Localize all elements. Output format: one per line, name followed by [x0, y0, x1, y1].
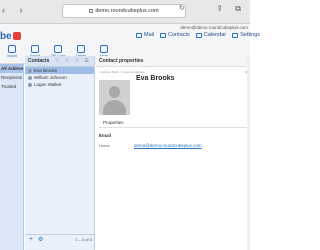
- nav-calendar[interactable]: Calendar: [195, 32, 227, 38]
- person-icon: [28, 68, 32, 73]
- logo-badge-icon: [12, 32, 21, 40]
- nav-label: Contacts: [168, 32, 190, 38]
- tool-label: Import: [7, 54, 17, 58]
- contacts-header: Contacts ☆ ☆ ☆ ☰: [25, 56, 94, 67]
- folder-recipients[interactable]: Recipients: [0, 73, 23, 82]
- reload-icon[interactable]: ↻: [179, 4, 185, 12]
- nav-label: Calendar: [203, 32, 227, 38]
- mail-icon: [136, 32, 142, 38]
- more-icon: [100, 45, 108, 53]
- breadcrumb: Address Book · Personal Address: [100, 70, 145, 74]
- nav-label: Settings: [240, 32, 261, 38]
- contact-properties-pane: Contact properties Address Book · Person…: [96, 56, 250, 250]
- import-icon: [8, 45, 16, 53]
- email-type-label: Home: [99, 143, 110, 148]
- folder-all-addresses[interactable]: All Addres...: [0, 64, 23, 73]
- section-email: Email: [99, 133, 112, 138]
- nav-mail[interactable]: Mail: [136, 32, 154, 38]
- add-contact-button[interactable]: +: [29, 236, 33, 243]
- folder-trusted[interactable]: Trusted: [0, 82, 23, 91]
- settings-icon: [232, 32, 239, 38]
- contacts-pane: Contacts ☆ ☆ ☆ ☰ Eva Brooks William John…: [25, 56, 95, 250]
- export-icon: [31, 45, 39, 53]
- gear-icon[interactable]: ⚙: [38, 236, 43, 243]
- user-email: demo@demo.roundcubeplus.com: [180, 25, 248, 30]
- calendar-icon: [195, 32, 202, 38]
- nav-settings[interactable]: Settings: [232, 32, 260, 38]
- avatar-body-icon: [103, 100, 126, 115]
- list-item[interactable]: Eva Brooks: [25, 67, 94, 74]
- import-button[interactable]: Import: [4, 45, 20, 58]
- browser-chrome: ‹ › demo.roundcubeplus.com ↻ ⇪ ⧉: [0, 0, 250, 24]
- pager-count: 1 – 3 of 3: [75, 237, 92, 242]
- email-link[interactable]: demo@demo.roundcubeplus.com: [134, 143, 202, 148]
- logo-text: be: [0, 31, 12, 42]
- contacts-footer: + ⚙ 1 – 3 of 3: [25, 234, 95, 244]
- avatar-head-icon: [109, 86, 120, 98]
- delete-icon: [77, 45, 85, 53]
- nav-contacts[interactable]: Contacts: [160, 32, 190, 38]
- qrcode-icon: [54, 45, 62, 53]
- person-icon: [28, 75, 32, 80]
- lock-icon: [89, 8, 94, 13]
- properties-header: Contact properties: [96, 56, 250, 67]
- url-text: demo.roundcubeplus.com: [95, 8, 159, 14]
- contact-name: Eva Brooks: [34, 68, 58, 73]
- person-icon: [28, 82, 32, 87]
- contacts-title: Contacts: [28, 58, 50, 64]
- list-item[interactable]: Logan Walker: [25, 81, 94, 88]
- contacts-icon: [160, 32, 167, 38]
- browser-nav-arrows[interactable]: ‹ ›: [2, 5, 29, 15]
- address-bar[interactable]: demo.roundcubeplus.com: [62, 4, 186, 18]
- contact-name: William Johnson: [34, 75, 67, 80]
- browser-actions[interactable]: ⇪ ⧉: [216, 4, 246, 14]
- top-nav: Mail Contacts Calendar Settings: [136, 32, 260, 38]
- app-logo[interactable]: be: [0, 31, 21, 42]
- contact-display-name: Eva Brooks: [136, 75, 175, 82]
- list-item[interactable]: William Johnson: [25, 74, 94, 81]
- tab-properties[interactable]: Properties: [103, 120, 124, 125]
- nav-label: Mail: [144, 32, 155, 38]
- scrollbar[interactable]: [247, 56, 250, 250]
- contact-name: Logan Walker: [34, 82, 62, 87]
- avatar[interactable]: [99, 80, 130, 115]
- properties-title: Contact properties: [99, 58, 144, 64]
- divider: [99, 127, 249, 128]
- address-book-list: All Addres... Recipients Trusted: [0, 64, 24, 250]
- contacts-header-actions[interactable]: ☆ ☆ ☆ ☰: [55, 56, 91, 67]
